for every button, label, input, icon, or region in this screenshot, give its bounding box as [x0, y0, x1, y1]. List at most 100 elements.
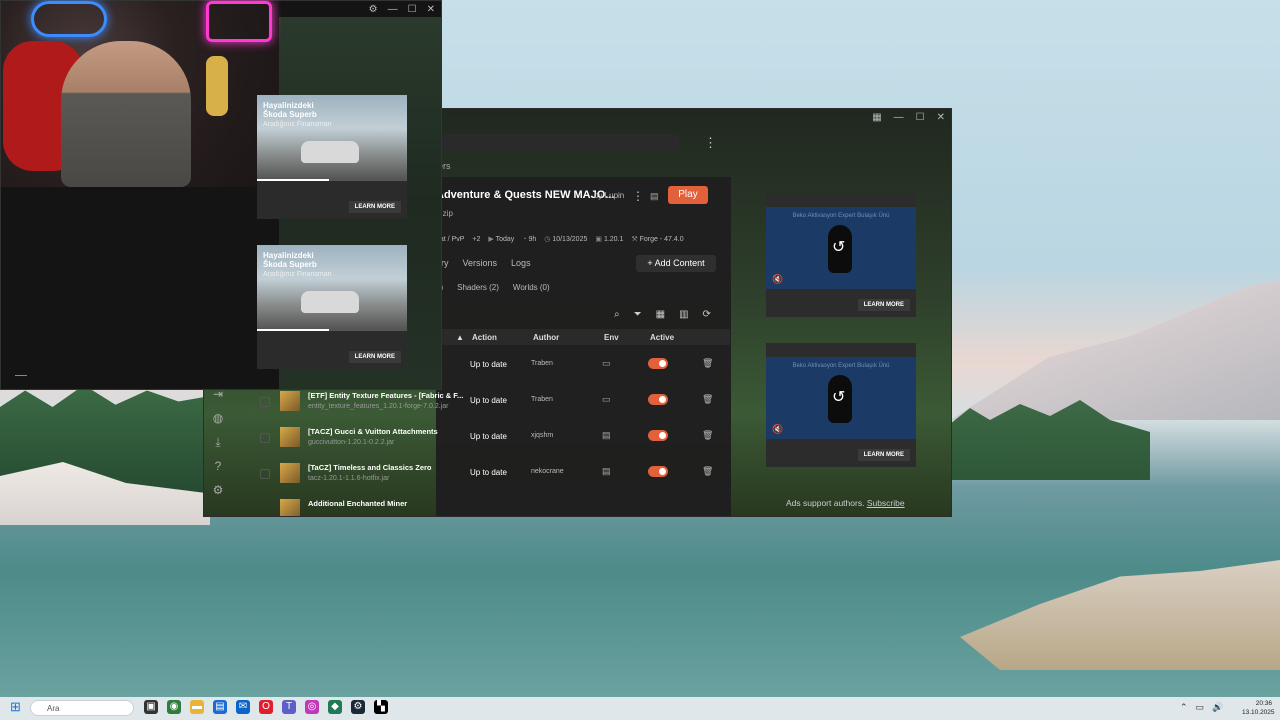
mod-name[interactable]: [TACZ] Gucci & Vuitton Attachments — [308, 427, 438, 436]
outlook-icon[interactable]: ✉ — [236, 700, 250, 714]
grid-icon[interactable]: ▦ — [656, 309, 665, 320]
header-action[interactable]: Action — [472, 333, 497, 342]
chevron-up-icon[interactable]: ⌃ — [1180, 702, 1188, 713]
settings-icon[interactable]: ⚙ — [213, 483, 224, 498]
trash-icon[interactable]: 🗑 — [702, 358, 713, 369]
search-bar[interactable] — [434, 134, 679, 152]
store-icon[interactable]: ▤ — [213, 700, 227, 714]
mod-name[interactable]: [ETF] Entity Texture Features - [Fabric … — [308, 391, 463, 400]
subscribe-link[interactable]: Subscribe — [867, 498, 905, 508]
mute-icon[interactable]: 🔇 — [772, 424, 783, 435]
active-toggle[interactable] — [648, 394, 668, 405]
trash-icon[interactable]: 🗑 — [702, 430, 713, 441]
add-content-button[interactable]: + Add Content — [636, 255, 716, 272]
ad-image[interactable]: Hayalinizdeki Škoda Superb Aradığınız Fin… — [257, 245, 407, 329]
subtab-worlds[interactable]: Worlds (0) — [513, 283, 550, 292]
row-checkbox[interactable] — [260, 433, 270, 443]
instance-author[interactable]: by Lupin — [594, 191, 624, 200]
download-icon[interactable]: ⤓ — [215, 435, 220, 450]
ad-video[interactable]: Beko Aktivasyon Expert Bulaşık Ünü ↺ 🔇 — [766, 207, 916, 289]
row-checkbox[interactable] — [260, 469, 270, 479]
video-ad[interactable]: Hayalinizdeki Škoda Superb Aradığınız Fin… — [257, 95, 407, 219]
mod-name[interactable]: [TaCZ] Timeless and Classics Zero — [308, 463, 432, 472]
search-icon[interactable]: ⌕ — [614, 309, 620, 320]
instance-meta: hat / PvP +2 ▶ Today ◔ 9h ◷ 10/13/2025 ▣… — [436, 232, 731, 246]
modrinth-icon[interactable]: ◆ — [328, 700, 342, 714]
instance-settings-icon[interactable]: ▤ — [650, 191, 659, 202]
ad-image[interactable]: Hayalinizdeki Škoda Superb Aradığınız Fin… — [257, 95, 407, 179]
learn-more-button[interactable]: LEARN MORE — [857, 449, 910, 461]
ad-progress[interactable] — [257, 179, 407, 181]
table-row[interactable]: [TACZ] Gucci & Vuitton Attachments gucci… — [246, 419, 728, 455]
network-icon[interactable]: ▭ — [1196, 702, 1205, 713]
maximize-button[interactable]: ☐ — [916, 112, 925, 123]
globe-icon[interactable]: ◍ — [213, 411, 223, 426]
mute-icon[interactable]: 🔇 — [772, 274, 783, 285]
taskbar-clock[interactable]: 20:36 13.10.2025 — [1242, 699, 1275, 717]
active-toggle[interactable] — [648, 430, 668, 441]
meta-playtime: ◔ 9h — [522, 235, 537, 243]
mod-action[interactable]: Up to date — [470, 360, 507, 369]
layout-icon[interactable]: ▦ — [872, 112, 881, 123]
learn-more-button[interactable]: LEARN MORE — [348, 351, 401, 363]
filter-icon[interactable]: ⏷ — [634, 309, 642, 320]
opera-icon[interactable]: O — [259, 700, 273, 714]
replay-icon[interactable]: ↺ — [832, 387, 845, 407]
table-row[interactable]: [TaCZ] Timeless and Classics Zero tacz-1… — [246, 455, 728, 491]
close-button[interactable]: ✕ — [937, 112, 945, 123]
tab-versions[interactable]: Versions — [463, 258, 498, 268]
instance-panel: Adventure & Quests NEW MAJO... 0.zip by … — [248, 177, 731, 516]
active-toggle[interactable] — [648, 466, 668, 477]
ad-progress[interactable] — [257, 329, 407, 331]
mod-author[interactable]: Traben — [531, 396, 553, 403]
video-ad[interactable]: Beko Aktivasyon Expert Bulaşık Ünü ↺ 🔇 L… — [766, 193, 916, 317]
taskbar-search-input[interactable]: Ara — [30, 700, 134, 716]
terminal-icon[interactable]: ▚ — [374, 700, 388, 714]
file-explorer-icon[interactable]: ▬ — [190, 700, 204, 714]
help-icon[interactable]: ? — [215, 459, 222, 474]
xbox-icon[interactable]: ◉ — [167, 700, 181, 714]
chat-icon[interactable]: ◎ — [305, 700, 319, 714]
mod-action[interactable]: Up to date — [470, 468, 507, 477]
meta-tags-more[interactable]: +2 — [472, 236, 480, 243]
webcam-feed — [1, 1, 279, 187]
volume-icon[interactable]: 🔊 — [1212, 702, 1223, 713]
mod-author[interactable]: xjqshm — [531, 432, 553, 439]
header-env[interactable]: Env — [604, 333, 619, 342]
mod-author[interactable]: Traben — [531, 360, 553, 367]
refresh-icon[interactable]: ⟳ — [703, 309, 711, 320]
trash-icon[interactable]: 🗑 — [702, 394, 713, 405]
columns-icon[interactable]: ▥ — [679, 309, 688, 320]
row-checkbox[interactable] — [260, 397, 270, 407]
instance-menu-icon[interactable]: ⋮ — [632, 189, 644, 203]
mod-name[interactable]: Additional Enchanted Miner — [308, 499, 407, 508]
replay-icon[interactable]: ↺ — [832, 237, 845, 257]
active-toggle[interactable] — [648, 358, 668, 369]
sort-icon[interactable]: ▲ — [456, 333, 464, 342]
header-author[interactable]: Author — [533, 333, 559, 342]
table-row[interactable]: Additional Enchanted Miner — [246, 491, 728, 516]
video-ad[interactable]: Hayalinizdeki Škoda Superb Aradığınız Fin… — [257, 245, 407, 369]
play-button[interactable]: Play — [668, 186, 708, 204]
learn-more-button[interactable]: LEARN MORE — [857, 299, 910, 311]
minimize-button[interactable]: — — [388, 4, 398, 15]
steam-icon[interactable]: ⚙ — [351, 700, 365, 714]
tab-logs[interactable]: Logs — [511, 258, 531, 268]
mod-action[interactable]: Up to date — [470, 432, 507, 441]
close-button[interactable]: ✕ — [427, 4, 435, 15]
minimize-button[interactable]: — — [894, 112, 904, 123]
windows-start-icon[interactable]: ⊞ — [10, 700, 22, 713]
mod-action[interactable]: Up to date — [470, 396, 507, 405]
video-ad[interactable]: Beko Aktivasyon Expert Bulaşık Ünü ↺ 🔇 L… — [766, 343, 916, 467]
more-options-icon[interactable]: ⋮ — [704, 135, 717, 151]
header-active[interactable]: Active — [650, 333, 674, 342]
maximize-button[interactable]: ☐ — [408, 4, 417, 15]
learn-more-button[interactable]: LEARN MORE — [348, 201, 401, 213]
subtab-shaders[interactable]: Shaders (2) — [457, 283, 499, 292]
ad-video[interactable]: Beko Aktivasyon Expert Bulaşık Ünü ↺ 🔇 — [766, 357, 916, 439]
trash-icon[interactable]: 🗑 — [702, 466, 713, 477]
mod-author[interactable]: nekocrane — [531, 468, 564, 475]
gear-icon[interactable]: ⚙ — [369, 4, 378, 15]
task-view-icon[interactable]: ▣ — [144, 700, 158, 714]
teams-icon[interactable]: T — [282, 700, 296, 714]
